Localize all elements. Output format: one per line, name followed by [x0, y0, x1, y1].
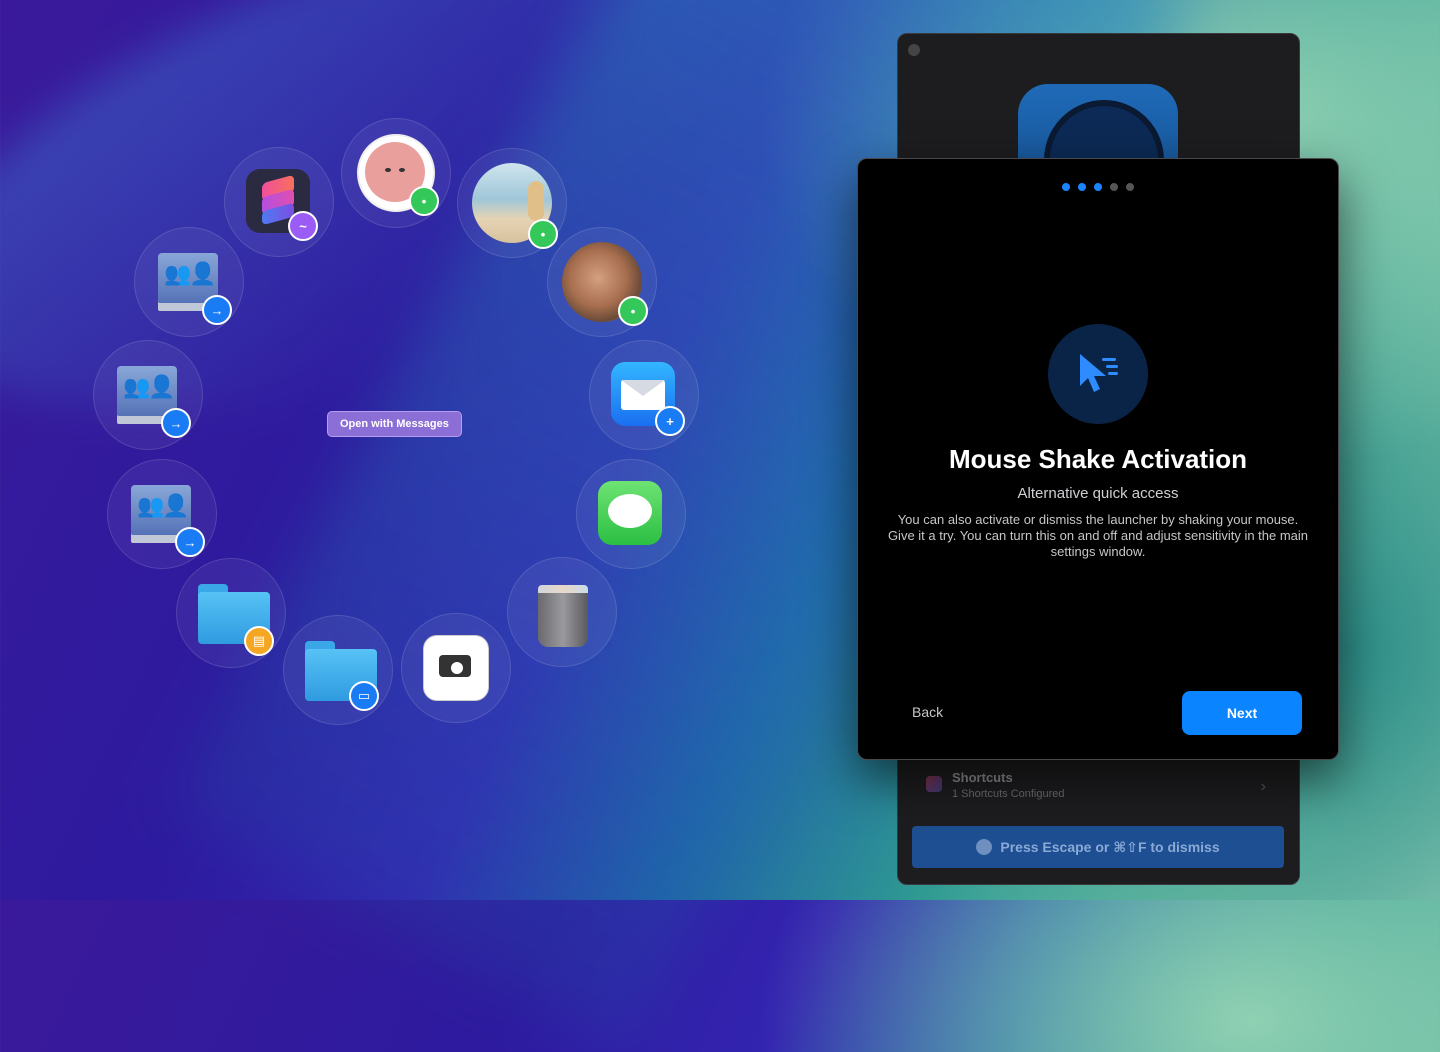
add-badge-icon: +: [655, 406, 685, 436]
go-badge-icon: →: [202, 295, 232, 325]
page-dot[interactable]: [1062, 183, 1070, 191]
page-dot[interactable]: [1078, 183, 1086, 191]
cursor-icon: [1048, 324, 1148, 424]
messages-app-icon: [598, 481, 664, 547]
go-badge-icon: →: [175, 527, 205, 557]
launcher-item-network-drive[interactable]: 👥👤 →: [107, 459, 217, 569]
page-dot[interactable]: [1094, 183, 1102, 191]
window-close-button[interactable]: [908, 44, 920, 56]
folder-icon: ▤: [198, 580, 274, 656]
launcher-item-network-drive[interactable]: 👥👤 →: [134, 227, 244, 337]
network-drive-icon: 👥👤 →: [156, 249, 232, 325]
messages-badge-icon: •: [528, 219, 558, 249]
trash-icon: [529, 579, 595, 647]
messages-badge-icon: •: [409, 186, 439, 216]
tooltip-open-with: Open with Messages: [327, 411, 462, 437]
shortcuts-icon: [926, 776, 942, 792]
contact-avatar: •: [357, 134, 439, 216]
launcher-item-screenshot[interactable]: [401, 613, 511, 723]
shortcuts-row[interactable]: Shortcuts 1 Shortcuts Configured ›: [922, 770, 1274, 800]
launcher-item-messages[interactable]: [576, 459, 686, 569]
page-dot[interactable]: [1110, 183, 1118, 191]
dialog-title: Mouse Shake Activation: [948, 444, 1248, 474]
launcher-item-trash[interactable]: [507, 557, 617, 667]
messages-badge-icon: •: [618, 296, 648, 326]
shortcuts-app-icon: ~: [246, 169, 318, 241]
next-button[interactable]: Next: [1182, 691, 1302, 735]
dismiss-label: Press Escape or ⌘⇧F to dismiss: [1000, 838, 1220, 855]
display-badge-icon: ▭: [349, 681, 379, 711]
shortcuts-title: Shortcuts: [952, 770, 1013, 785]
chevron-right-icon: ›: [1260, 778, 1266, 795]
documents-badge-icon: ▤: [244, 626, 274, 656]
launcher-item-mail[interactable]: +: [589, 340, 699, 450]
go-badge-icon: →: [161, 408, 191, 438]
page-indicator: [858, 183, 1338, 191]
folder-icon: ▭: [305, 637, 379, 711]
network-drive-icon: 👥👤 →: [129, 481, 205, 557]
dismiss-bar[interactable]: Press Escape or ⌘⇧F to dismiss: [912, 826, 1284, 868]
contact-avatar: •: [562, 242, 648, 326]
launcher-item-network-drive[interactable]: 👥👤 →: [93, 340, 203, 450]
shortcuts-subtitle: 1 Shortcuts Configured: [952, 788, 1065, 800]
page-dot[interactable]: [1126, 183, 1134, 191]
onboarding-dialog: Mouse Shake Activation Alternative quick…: [857, 158, 1339, 760]
launcher-item-contact-3[interactable]: •: [547, 227, 657, 337]
messenger-badge-icon: ~: [288, 211, 318, 241]
dialog-subtitle: Alternative quick access: [1017, 485, 1179, 502]
back-button[interactable]: Back: [906, 703, 949, 721]
launcher-item-documents-folder[interactable]: ▤: [176, 558, 286, 668]
dialog-description: You can also activate or dismiss the lau…: [887, 512, 1309, 559]
network-drive-icon: 👥👤 →: [115, 362, 191, 438]
launcher-item-shortcuts[interactable]: ~: [224, 147, 334, 257]
launcher-item-contact-1[interactable]: •: [341, 118, 451, 228]
screenshot-app-icon: [423, 635, 489, 701]
launcher-item-contact-2[interactable]: •: [457, 148, 567, 258]
launcher-item-desktop-folder[interactable]: ▭: [283, 615, 393, 725]
contact-avatar: •: [472, 163, 558, 249]
eye-icon: [976, 839, 993, 855]
mail-app-icon: +: [611, 362, 685, 436]
